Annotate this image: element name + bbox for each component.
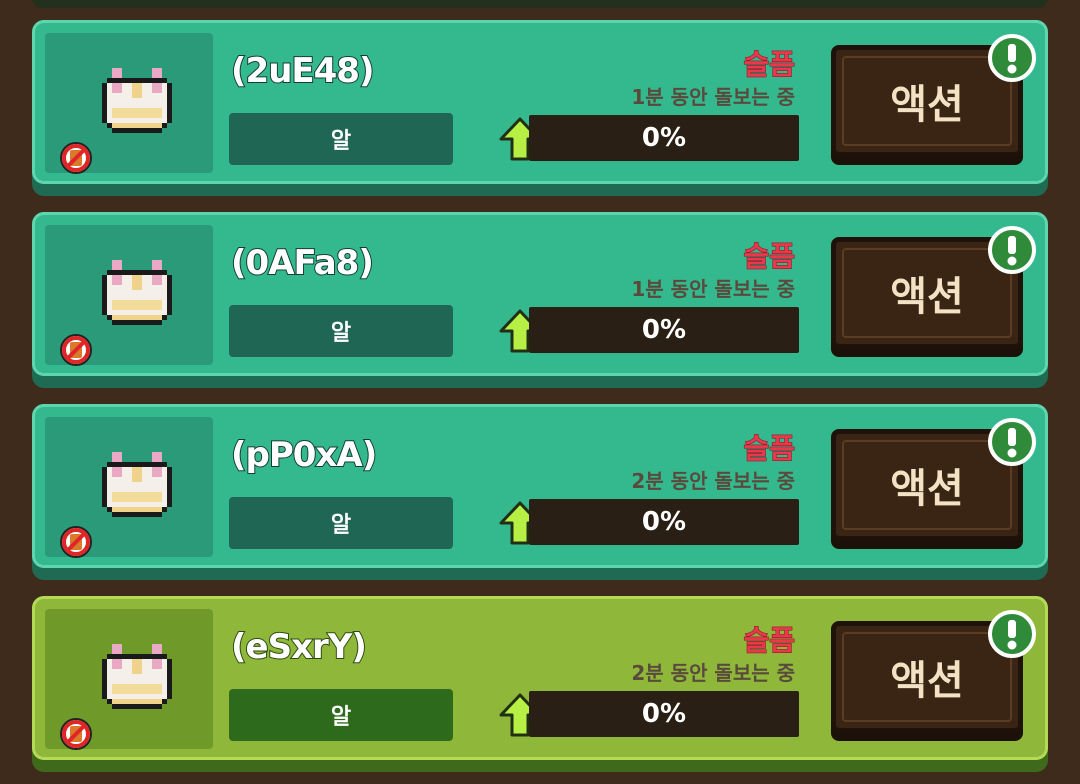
no-action-icon xyxy=(60,718,92,750)
growth-progress: 0% xyxy=(499,307,799,353)
pet-name: (2uE48) xyxy=(230,50,375,92)
card-body: (eSxrY) 알 슬픔 2분 동안 돌보는 중 0% 액션 xyxy=(32,596,1048,760)
pet-name: (0AFa8) xyxy=(230,242,375,284)
card-body: (pP0xA) 알 슬픔 2분 동안 돌보는 중 0% 액션 xyxy=(32,404,1048,568)
pet-care-status: 1분 동안 돌보는 중 xyxy=(631,277,795,301)
previous-card-edge xyxy=(32,0,1048,8)
pet-sprite-icon xyxy=(102,260,172,325)
pet-icon-panel xyxy=(45,225,213,366)
no-action-icon xyxy=(60,142,92,174)
pet-card[interactable]: (0AFa8) 알 슬픔 1분 동안 돌보는 중 0% 액션 xyxy=(32,212,1048,388)
pet-type-label: 알 xyxy=(229,689,453,741)
progress-label: 0% xyxy=(641,507,687,537)
pet-type-label: 알 xyxy=(229,113,453,165)
pet-type-label: 알 xyxy=(229,305,453,357)
pet-icon-panel xyxy=(45,33,213,174)
no-action-icon xyxy=(60,334,92,366)
exclamation-alert-icon[interactable] xyxy=(987,417,1037,467)
exclamation-alert-icon[interactable] xyxy=(987,33,1037,83)
pet-mood: 슬픔 xyxy=(743,48,796,82)
pet-name: (eSxrY) xyxy=(230,626,368,668)
card-body: (2uE48) 알 슬픔 1분 동안 돌보는 중 0% 액션 xyxy=(32,20,1048,184)
pet-card-selected[interactable]: (eSxrY) 알 슬픔 2분 동안 돌보는 중 0% 액션 xyxy=(32,596,1048,772)
progress-label: 0% xyxy=(641,315,687,345)
pet-card[interactable]: (2uE48) 알 슬픔 1분 동안 돌보는 중 0% 액션 xyxy=(32,20,1048,196)
no-action-icon xyxy=(60,526,92,558)
progress-label: 0% xyxy=(641,123,687,153)
progress-label: 0% xyxy=(641,699,687,729)
exclamation-alert-icon[interactable] xyxy=(987,609,1037,659)
pet-mood: 슬픔 xyxy=(743,240,796,274)
pet-list-screen: (2uE48) 알 슬픔 1분 동안 돌보는 중 0% 액션 (0AFa8) 알… xyxy=(0,0,1080,784)
pet-icon-panel xyxy=(45,609,213,750)
pet-card[interactable]: (pP0xA) 알 슬픔 2분 동안 돌보는 중 0% 액션 xyxy=(32,404,1048,580)
growth-progress: 0% xyxy=(499,691,799,737)
growth-progress: 0% xyxy=(499,115,799,161)
pet-sprite-icon xyxy=(102,644,172,709)
pet-sprite-icon xyxy=(102,68,172,133)
pet-type-label: 알 xyxy=(229,497,453,549)
card-body: (0AFa8) 알 슬픔 1분 동안 돌보는 중 0% 액션 xyxy=(32,212,1048,376)
pet-care-status: 1분 동안 돌보는 중 xyxy=(631,85,795,109)
pet-icon-panel xyxy=(45,417,213,558)
exclamation-alert-icon[interactable] xyxy=(987,225,1037,275)
pet-care-status: 2분 동안 돌보는 중 xyxy=(631,661,795,685)
pet-sprite-icon xyxy=(102,452,172,517)
pet-mood: 슬픔 xyxy=(743,624,796,658)
pet-name: (pP0xA) xyxy=(230,434,378,476)
pet-care-status: 2분 동안 돌보는 중 xyxy=(631,469,795,493)
growth-progress: 0% xyxy=(499,499,799,545)
pet-mood: 슬픔 xyxy=(743,432,796,466)
